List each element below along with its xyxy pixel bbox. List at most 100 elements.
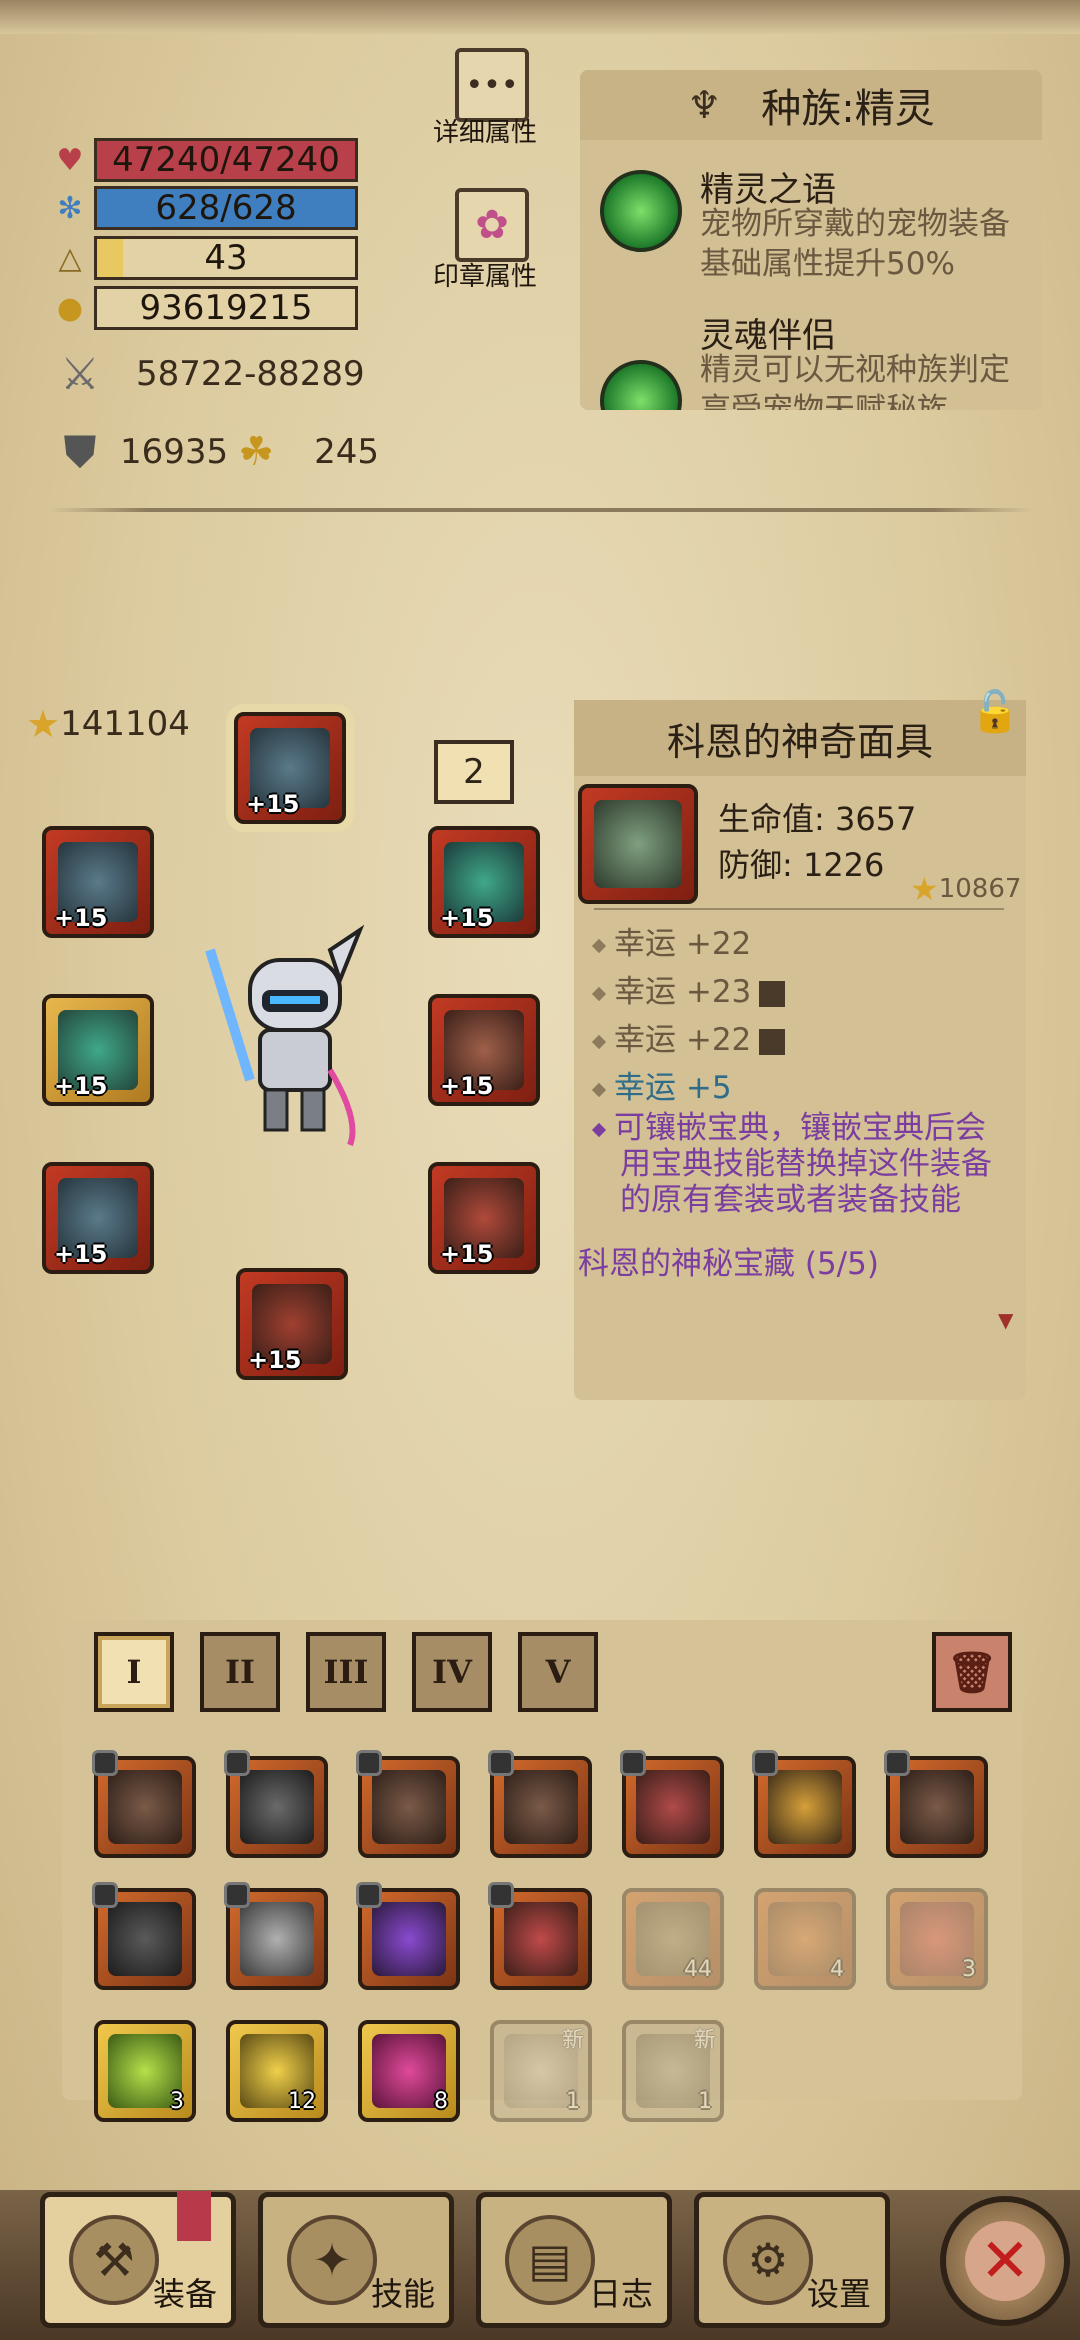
gold-bar: 93619215 bbox=[94, 286, 358, 330]
nav-log-label: 日志 bbox=[588, 2275, 653, 2313]
gear-icon: ⚙ bbox=[723, 2215, 813, 2305]
inv-pick2[interactable]: 新1 bbox=[622, 2020, 724, 2122]
seal-attributes-button[interactable]: ✿ bbox=[455, 188, 529, 262]
attack-value: 58722-88289 bbox=[136, 354, 365, 394]
trash-button[interactable]: 🗑 bbox=[932, 1632, 1012, 1712]
inv-potion-red[interactable]: 3 bbox=[886, 1888, 988, 1990]
inv-item[interactable] bbox=[488, 1882, 592, 1990]
inv-green-potion[interactable]: 3 bbox=[94, 2020, 196, 2122]
race-title: 种族:精灵 bbox=[761, 86, 935, 132]
luck-icon: ☘ bbox=[238, 429, 275, 475]
slot-pants[interactable]: +15 bbox=[428, 1162, 540, 1274]
item-icon bbox=[578, 784, 698, 904]
tab-4[interactable]: IV bbox=[412, 1632, 492, 1712]
item-score-value: 10867 bbox=[938, 874, 1022, 904]
slot-level: +15 bbox=[246, 790, 300, 818]
inv-feather[interactable]: 新1 bbox=[490, 2020, 592, 2122]
nav-settings[interactable]: ⚙ 设置 bbox=[694, 2192, 890, 2328]
defense-value: 16935 bbox=[120, 432, 229, 472]
slot-gloves[interactable]: +15 bbox=[42, 1162, 154, 1274]
star-icon: ★ bbox=[26, 702, 61, 746]
lock-icon bbox=[488, 1882, 514, 1908]
mp-value: 628/628 bbox=[155, 188, 297, 228]
lock-icon bbox=[752, 1750, 778, 1776]
nav-log[interactable]: ▤ 日志 bbox=[476, 2192, 672, 2328]
inv-item[interactable] bbox=[752, 1750, 856, 1858]
inv-yellow-potion[interactable]: 12 bbox=[226, 2020, 328, 2122]
slot-left-1[interactable]: +15 bbox=[42, 826, 154, 938]
level-row: △ 43 bbox=[50, 236, 358, 280]
tab-1[interactable]: I bbox=[94, 1632, 174, 1712]
set-name[interactable]: 科恩的神秘宝藏 (5/5) bbox=[578, 1238, 879, 1283]
inv-pickaxe[interactable]: 44 bbox=[622, 1888, 724, 1990]
nav-equipment[interactable]: ⚒ 装备 bbox=[40, 2191, 236, 2328]
inv-item[interactable] bbox=[620, 1750, 724, 1858]
level-triangle-icon: △ bbox=[58, 240, 82, 276]
star-icon: ★ bbox=[910, 870, 939, 908]
tab-3[interactable]: III bbox=[306, 1632, 386, 1712]
skill-2-desc: 精灵可以无视种族判定享受宠物天赋秘族 bbox=[700, 352, 1010, 410]
scroll-icon: ▤ bbox=[505, 2215, 595, 2305]
inv-potion-orange[interactable]: 4 bbox=[754, 1888, 856, 1990]
section-divider bbox=[50, 508, 1032, 512]
inv-item[interactable] bbox=[224, 1750, 328, 1858]
scroll-down-icon[interactable]: ▼ bbox=[998, 1308, 1013, 1332]
inv-item[interactable] bbox=[356, 1750, 460, 1858]
unlock-icon[interactable]: 🔓 bbox=[970, 688, 1020, 744]
defense-luck-stat: ⛊ 16935 ☘ 245 bbox=[52, 424, 380, 480]
mp-row: ✻ 628/628 bbox=[50, 186, 358, 230]
slot-level: +15 bbox=[440, 1072, 494, 1100]
item-detail-panel: 科恩的神奇面具 🔓 生命值: 3657 防御: 1226 ★ 10867 幸运 … bbox=[574, 689, 1026, 1400]
detail-attributes-button[interactable]: ••• bbox=[455, 48, 529, 122]
inv-item[interactable] bbox=[92, 1882, 196, 1990]
nav-skills[interactable]: ✦ 技能 bbox=[258, 2192, 454, 2328]
attack-stat: ⚔ 58722-88289 bbox=[52, 346, 365, 402]
close-button[interactable]: ✕ bbox=[940, 2196, 1070, 2326]
set-badge[interactable]: 2 bbox=[434, 740, 514, 804]
item-score: ★ 10867 bbox=[910, 870, 1021, 908]
hp-row: ♥ 47240/47240 bbox=[50, 138, 358, 182]
trash-icon: 🗑 bbox=[946, 1648, 998, 1696]
hp-value: 47240/47240 bbox=[112, 140, 340, 180]
inv-item[interactable] bbox=[224, 1882, 328, 1990]
slot-level: +15 bbox=[440, 904, 494, 932]
axe-icon: ⚒ bbox=[69, 2215, 159, 2305]
shield-icon: ⛊ bbox=[63, 426, 97, 478]
seal-attributes-label: 印章属性 bbox=[432, 262, 537, 292]
skill-star-icon: ✦ bbox=[287, 2215, 377, 2305]
nav-skills-label: 技能 bbox=[370, 2275, 435, 2313]
inv-item[interactable] bbox=[488, 1750, 592, 1858]
slot-armor[interactable]: +15 bbox=[428, 994, 540, 1106]
slot-helmet[interactable]: +15 bbox=[234, 712, 346, 824]
heart-icon: ♥ bbox=[56, 142, 84, 178]
nav-settings-label: 设置 bbox=[806, 2275, 871, 2313]
lock-icon bbox=[224, 1750, 250, 1776]
skill-1-desc: 宠物所穿戴的宠物装备基础属性提升50% bbox=[700, 206, 1010, 282]
lock-icon bbox=[620, 1750, 646, 1776]
tab-2[interactable]: II bbox=[200, 1632, 280, 1712]
slot-accessory[interactable]: +15 bbox=[428, 826, 540, 938]
close-icon: ✕ bbox=[965, 2221, 1045, 2301]
slot-weapon[interactable]: +15 bbox=[42, 994, 154, 1106]
lock-icon bbox=[356, 1750, 382, 1776]
slot-boots[interactable]: +15 bbox=[236, 1268, 348, 1380]
attr-1: 幸运 +22 bbox=[591, 918, 751, 963]
lock-icon bbox=[92, 1750, 118, 1776]
attr-3: 幸运 +22 bbox=[591, 1014, 786, 1059]
inv-item[interactable] bbox=[356, 1882, 460, 1990]
lock-icon bbox=[356, 1882, 382, 1908]
inv-pink-potion[interactable]: 8 bbox=[358, 2020, 460, 2122]
lock-icon bbox=[884, 1750, 910, 1776]
mana-icon: ✻ bbox=[57, 190, 83, 226]
socket-description: 可镶嵌宝典，镶嵌宝典后会用宝典技能替换掉这件装备的原有套装或者装备技能 bbox=[591, 1110, 1014, 1218]
gold-icon: ● bbox=[56, 290, 84, 326]
dots-icon: ••• bbox=[465, 67, 519, 103]
item-hp: 生命值: 3657 bbox=[718, 800, 917, 838]
enhance-icon bbox=[759, 1028, 786, 1055]
tab-5[interactable]: V bbox=[518, 1632, 598, 1712]
inv-item[interactable] bbox=[884, 1750, 988, 1858]
set-badge-value: 2 bbox=[463, 752, 485, 792]
inv-item[interactable] bbox=[92, 1750, 196, 1858]
race-panel: ♆ 种族:精灵 精灵之语 宠物所穿戴的宠物装备基础属性提升50% 灵魂伴侣 精灵… bbox=[580, 70, 1042, 410]
nav-equipment-label: 装备 bbox=[152, 2275, 217, 2313]
